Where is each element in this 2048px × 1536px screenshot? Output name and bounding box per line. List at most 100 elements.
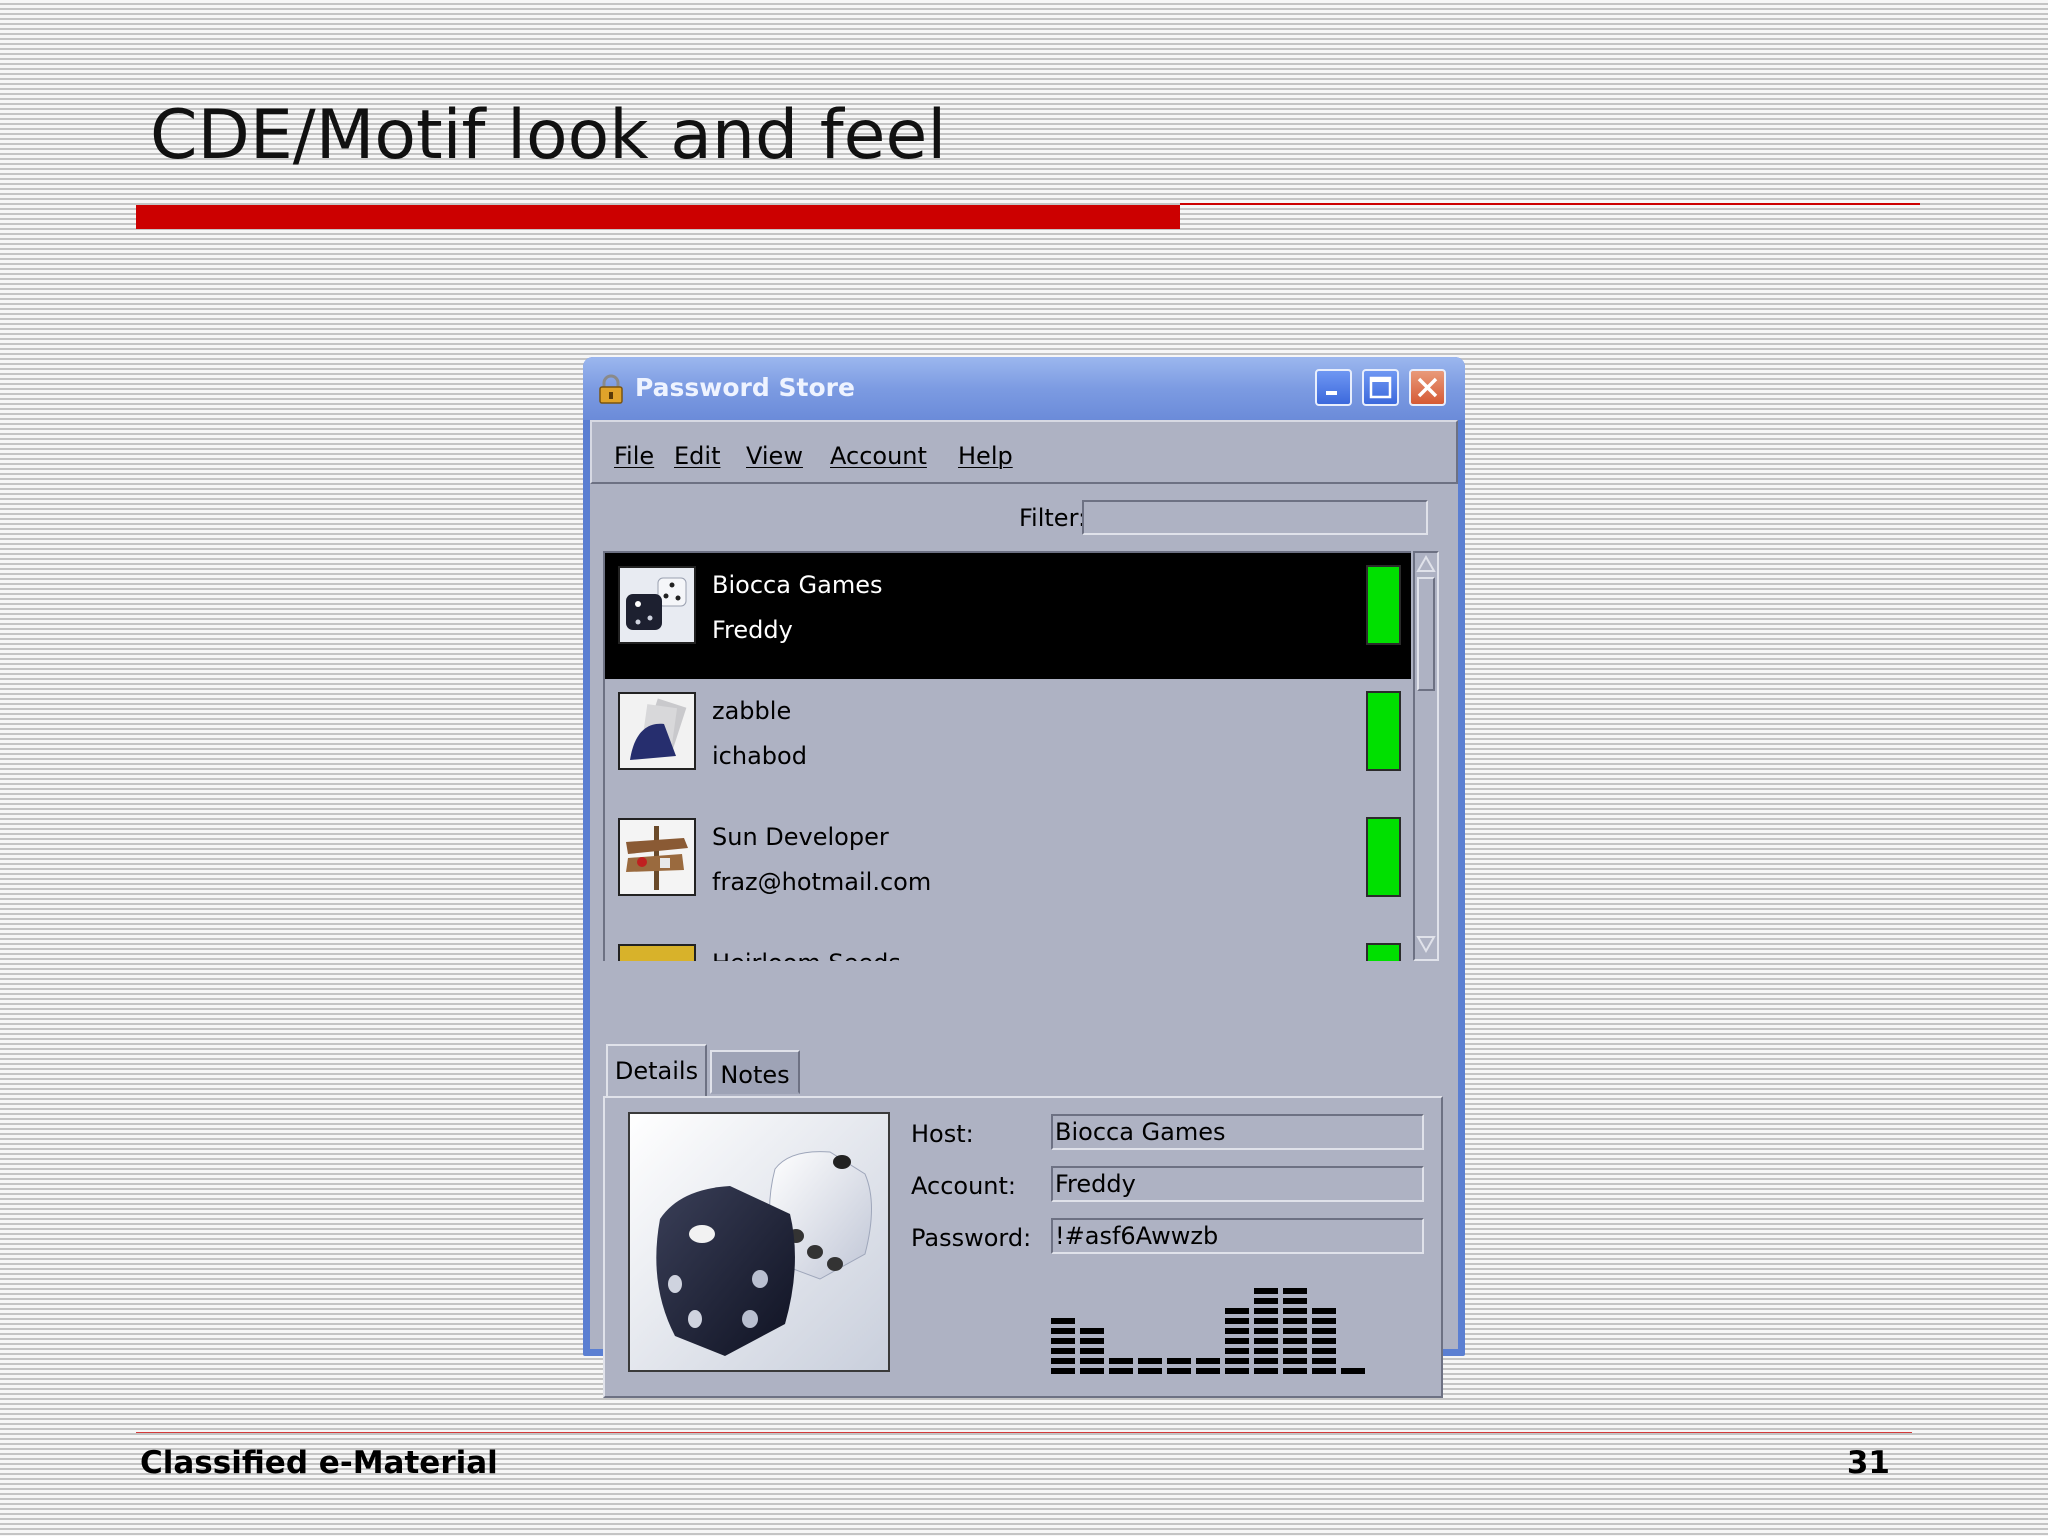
meter-block bbox=[1254, 1358, 1278, 1364]
meter-block bbox=[1138, 1358, 1162, 1364]
meter-block bbox=[1225, 1368, 1249, 1374]
meter-block bbox=[1254, 1328, 1278, 1334]
meter-block bbox=[1254, 1338, 1278, 1344]
meter-block bbox=[1225, 1308, 1249, 1314]
meter-block bbox=[1225, 1348, 1249, 1354]
window-titlebar[interactable]: Password Store bbox=[583, 357, 1465, 420]
meter-block bbox=[1254, 1288, 1278, 1294]
meter-block bbox=[1109, 1368, 1133, 1374]
meter-block bbox=[1080, 1358, 1104, 1364]
account-host: Heirloom Seeds bbox=[712, 949, 901, 961]
password-field[interactable]: !#asf6Awwzb bbox=[1051, 1218, 1424, 1254]
meter-block bbox=[1167, 1368, 1191, 1374]
slide-title: CDE/Motif look and feel bbox=[150, 96, 947, 175]
meter-block bbox=[1080, 1348, 1104, 1354]
meter-block bbox=[1283, 1338, 1307, 1344]
meter-block bbox=[1312, 1348, 1336, 1354]
scroll-up-arrow-icon[interactable] bbox=[1416, 554, 1436, 578]
meter-block bbox=[1051, 1348, 1075, 1354]
meter-block bbox=[1080, 1338, 1104, 1344]
meter-block bbox=[1312, 1328, 1336, 1334]
meter-block bbox=[1254, 1308, 1278, 1314]
meter-block bbox=[1312, 1358, 1336, 1364]
account-host: Biocca Games bbox=[712, 571, 883, 599]
meter-block bbox=[1283, 1358, 1307, 1364]
account-user: fraz@hotmail.com bbox=[712, 868, 932, 896]
meter-block bbox=[1225, 1338, 1249, 1344]
page-number: 31 bbox=[1846, 1445, 1890, 1481]
strength-indicator bbox=[1366, 817, 1401, 897]
list-item[interactable]: Sun Developer fraz@hotmail.com bbox=[605, 805, 1411, 931]
meter-block bbox=[1167, 1358, 1191, 1364]
account-host: Sun Developer bbox=[712, 823, 889, 851]
list-scrollbar[interactable] bbox=[1413, 551, 1439, 961]
password-label: Password: bbox=[911, 1224, 1032, 1252]
scrollbar-thumb[interactable] bbox=[1417, 577, 1435, 691]
meter-block bbox=[1283, 1298, 1307, 1304]
meter-block bbox=[1254, 1368, 1278, 1374]
minimize-icon bbox=[1317, 389, 1350, 408]
meter-block bbox=[1196, 1358, 1220, 1364]
meter-block bbox=[1283, 1328, 1307, 1334]
meter-block bbox=[1225, 1318, 1249, 1324]
menu-edit[interactable]: Edit bbox=[674, 442, 720, 470]
meter-block bbox=[1312, 1308, 1336, 1314]
meter-block bbox=[1080, 1328, 1104, 1334]
password-store-window: Password Store File Edit View Account He… bbox=[583, 357, 1465, 1398]
footer-rule bbox=[136, 1432, 1912, 1433]
meter-block bbox=[1051, 1338, 1075, 1344]
close-icon bbox=[1411, 377, 1444, 408]
window-title: Password Store bbox=[635, 373, 855, 402]
menu-bar: File Edit View Account Help bbox=[590, 420, 1458, 484]
cards-icon bbox=[618, 692, 696, 770]
meter-block bbox=[1312, 1338, 1336, 1344]
title-underline bbox=[136, 205, 1180, 229]
meter-block bbox=[1051, 1328, 1075, 1334]
account-field[interactable]: Freddy bbox=[1051, 1166, 1424, 1202]
tab-notes[interactable]: Notes bbox=[710, 1050, 800, 1094]
title-underline-thin bbox=[1180, 203, 1920, 205]
meter-block bbox=[1196, 1368, 1220, 1374]
meter-block bbox=[1225, 1358, 1249, 1364]
meter-block bbox=[1080, 1368, 1104, 1374]
minimize-button[interactable] bbox=[1315, 369, 1352, 406]
account-user: ichabod bbox=[712, 742, 807, 770]
strength-indicator bbox=[1366, 943, 1401, 961]
menu-account[interactable]: Account bbox=[830, 442, 927, 470]
window-client-area: File Edit View Account Help Filter: Bioc… bbox=[590, 420, 1458, 1398]
meter-block bbox=[1254, 1318, 1278, 1324]
list-item[interactable]: zabble ichabod bbox=[605, 679, 1411, 805]
meter-block bbox=[1254, 1298, 1278, 1304]
meter-block bbox=[1051, 1368, 1075, 1374]
meter-block bbox=[1283, 1318, 1307, 1324]
lock-icon bbox=[597, 374, 625, 408]
strength-indicator bbox=[1366, 691, 1401, 771]
filter-label: Filter: bbox=[1019, 504, 1087, 532]
maximize-icon bbox=[1364, 376, 1397, 408]
menu-view[interactable]: View bbox=[746, 442, 803, 470]
host-label: Host: bbox=[911, 1120, 974, 1148]
meter-block bbox=[1051, 1358, 1075, 1364]
meter-block bbox=[1312, 1318, 1336, 1324]
seeds-icon bbox=[618, 944, 696, 961]
meter-block bbox=[1051, 1318, 1075, 1324]
close-button[interactable] bbox=[1409, 369, 1446, 406]
menu-help[interactable]: Help bbox=[958, 442, 1013, 470]
list-item[interactable]: Heirloom Seeds bbox=[605, 931, 1411, 961]
list-item[interactable]: Biocca Games Freddy bbox=[605, 553, 1411, 679]
host-field[interactable]: Biocca Games bbox=[1051, 1114, 1424, 1150]
signpost-icon bbox=[618, 818, 696, 896]
menu-file[interactable]: File bbox=[614, 442, 654, 470]
account-user: Freddy bbox=[712, 616, 793, 644]
account-list[interactable]: Biocca Games Freddy zabble ichabod Sun D… bbox=[603, 551, 1411, 961]
filter-input[interactable] bbox=[1082, 500, 1428, 535]
account-host: zabble bbox=[712, 697, 792, 725]
maximize-button[interactable] bbox=[1362, 369, 1399, 406]
password-strength-meter bbox=[1051, 1278, 1411, 1382]
meter-block bbox=[1341, 1368, 1365, 1374]
tab-details[interactable]: Details bbox=[606, 1044, 707, 1098]
scroll-down-arrow-icon[interactable] bbox=[1416, 934, 1436, 958]
strength-indicator bbox=[1366, 565, 1401, 645]
meter-block bbox=[1225, 1328, 1249, 1334]
meter-block bbox=[1254, 1348, 1278, 1354]
